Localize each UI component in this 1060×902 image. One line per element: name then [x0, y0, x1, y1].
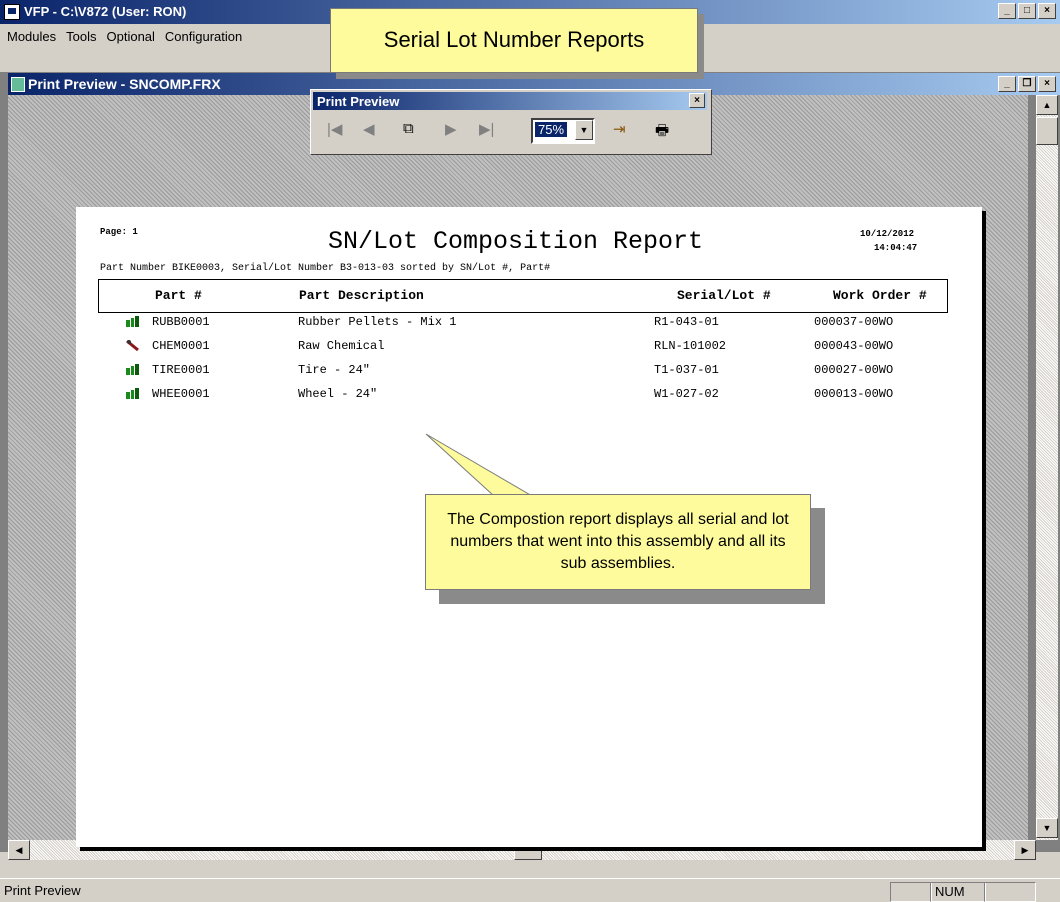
callout-title: Serial Lot Number Reports [330, 8, 698, 73]
report-date: 10/12/2012 [860, 229, 915, 239]
row-work-order: 000037-00WO [814, 315, 894, 329]
chevron-down-icon[interactable]: ▼ [575, 120, 593, 140]
close-preview-icon[interactable]: ⇥ [613, 120, 626, 138]
app-title: VFP - C:\V872 (User: RON) [24, 4, 187, 19]
col-part-description: Part Description [299, 288, 424, 303]
status-panel [984, 882, 1036, 902]
status-bar: Print Preview NUM [0, 878, 1060, 902]
material-icon [126, 339, 139, 352]
row-part: TIRE0001 [152, 363, 210, 377]
preview-icon [11, 77, 25, 92]
row-description: Raw Chemical [298, 339, 385, 353]
callout-description: The Compostion report displays all seria… [425, 494, 811, 590]
close-button[interactable]: × [1038, 3, 1056, 19]
row-serial: RLN-101002 [654, 339, 727, 353]
row-serial: W1-027-02 [654, 387, 719, 401]
status-text: Print Preview [4, 883, 81, 898]
zoom-select[interactable]: 75% ▼ [531, 118, 595, 144]
callout-description-text: The Compostion report displays all seria… [447, 511, 789, 572]
row-serial: R1-043-01 [654, 315, 719, 329]
col-work-order: Work Order # [833, 288, 927, 303]
maximize-button[interactable]: □ [1018, 3, 1036, 19]
row-description: Rubber Pellets - Mix 1 [298, 315, 457, 329]
child-restore-button[interactable]: ❐ [1018, 76, 1036, 92]
row-description: Wheel - 24" [298, 387, 378, 401]
row-work-order: 000013-00WO [814, 387, 894, 401]
zoom-value: 75% [535, 122, 568, 137]
app-icon [4, 4, 20, 20]
row-part: CHEM0001 [152, 339, 210, 353]
menu-configuration[interactable]: Configuration [162, 26, 245, 47]
print-preview-toolbar: Print Preview × |◀ ◀ ⧉ ▶ ▶| 75% ▼ ⇥ 🖶 [310, 89, 712, 155]
num-indicator-text: NUM [935, 884, 965, 899]
report-time: 14:04:47 [874, 243, 918, 253]
scroll-right-button[interactable]: ▶ [1014, 840, 1036, 860]
scroll-left-button[interactable]: ◀ [8, 840, 30, 860]
row-part: RUBB0001 [152, 315, 210, 329]
child-window-title: Print Preview - SNCOMP.FRX [28, 76, 221, 92]
child-close-button[interactable]: × [1038, 76, 1056, 92]
scroll-up-button[interactable]: ▲ [1036, 95, 1058, 115]
col-serial-lot: Serial/Lot # [677, 288, 771, 303]
col-part-number: Part # [155, 288, 202, 303]
assembly-icon [126, 387, 139, 399]
menu-tools[interactable]: Tools [63, 26, 99, 47]
row-work-order: 000027-00WO [814, 363, 894, 377]
first-page-icon[interactable]: |◀ [327, 120, 342, 138]
row-part: WHEE0001 [152, 387, 210, 401]
column-header-box: Part # Part Description Serial/Lot # Wor… [98, 279, 948, 313]
scroll-thumb[interactable] [1036, 117, 1058, 145]
row-work-order: 000043-00WO [814, 339, 894, 353]
row-serial: T1-037-01 [654, 363, 719, 377]
menu-modules[interactable]: Modules [4, 26, 59, 47]
callout-pointer [425, 433, 534, 497]
num-lock-indicator: NUM [930, 882, 986, 902]
previous-page-icon[interactable]: ◀ [363, 120, 375, 138]
assembly-icon [126, 315, 139, 327]
toolbar-title: Print Preview [317, 94, 400, 109]
report-title: SN/Lot Composition Report [328, 227, 704, 256]
child-minimize-button[interactable]: _ [998, 76, 1016, 92]
toolbar-close-button[interactable]: × [689, 93, 705, 108]
last-page-icon[interactable]: ▶| [479, 120, 494, 138]
next-page-icon[interactable]: ▶ [445, 120, 457, 138]
status-panel [890, 882, 932, 902]
vertical-scrollbar[interactable]: ▲ ▼ [1036, 95, 1058, 840]
minimize-button[interactable]: _ [998, 3, 1016, 19]
assembly-icon [126, 363, 139, 375]
callout-title-text: Serial Lot Number Reports [383, 27, 645, 52]
report-subtitle: Part Number BIKE0003, Serial/Lot Number … [100, 263, 551, 274]
page-number: Page: 1 [100, 227, 138, 237]
print-icon[interactable]: 🖶 [655, 120, 669, 145]
goto-page-icon[interactable]: ⧉ [403, 120, 414, 137]
menu-optional[interactable]: Optional [104, 26, 158, 47]
scroll-down-button[interactable]: ▼ [1036, 818, 1058, 838]
toolbar-title-bar: Print Preview × [313, 92, 707, 110]
row-description: Tire - 24" [298, 363, 371, 377]
